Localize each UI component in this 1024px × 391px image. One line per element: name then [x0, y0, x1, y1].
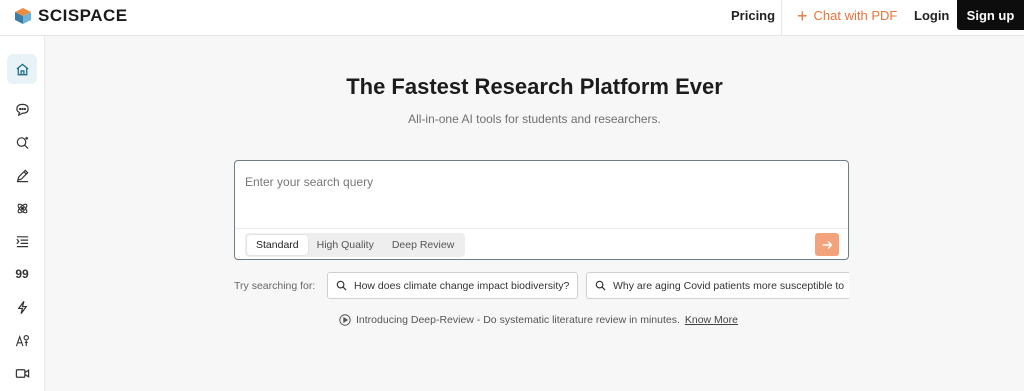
search-box: Standard High Quality Deep Review	[234, 160, 849, 260]
sidebar-item-write[interactable]	[7, 160, 37, 190]
search-divider	[235, 228, 848, 229]
scispace-logo-icon	[15, 8, 31, 24]
login-link[interactable]: Login	[914, 8, 949, 23]
sidebar: 99	[0, 36, 45, 391]
search-mode-selector: Standard High Quality Deep Review	[245, 233, 466, 257]
search-sparkle-icon	[16, 136, 29, 149]
quote-icon: 99	[15, 267, 29, 281]
search-icon	[336, 280, 347, 291]
sidebar-item-extract[interactable]	[7, 193, 37, 223]
video-icon	[15, 368, 29, 378]
sidebar-item-ai-detector[interactable]	[7, 325, 37, 355]
atom-icon	[17, 203, 27, 213]
sidebar-item-search[interactable]	[7, 127, 37, 157]
lightning-icon	[17, 300, 27, 314]
signup-button[interactable]: Sign up	[957, 0, 1024, 30]
arrow-right-icon	[822, 240, 833, 249]
pricing-link[interactable]: Pricing	[731, 8, 775, 23]
search-submit-button[interactable]	[815, 233, 839, 256]
top-header: SCISPACE Pricing + Chat with PDF Login S…	[0, 0, 1024, 36]
chat-with-pdf-link[interactable]: + Chat with PDF	[797, 5, 898, 26]
scispace-logo[interactable]: SCISPACE	[14, 4, 128, 28]
sidebar-item-outline[interactable]	[7, 226, 37, 256]
suggestion-chip[interactable]: Why are aging Covid patients more suscep…	[586, 272, 849, 299]
play-circle-icon	[339, 314, 351, 326]
deep-review-announcement: Introducing Deep-Review - Do systematic …	[339, 314, 738, 326]
home-icon	[15, 62, 29, 75]
sidebar-item-citation[interactable]: 99	[7, 259, 37, 289]
mode-high-quality-button[interactable]: High Quality	[308, 235, 383, 255]
suggestion-chip[interactable]: How does climate change impact biodivers…	[327, 272, 579, 299]
mode-deep-review-button[interactable]: Deep Review	[383, 235, 463, 255]
chat-bubble-icon	[15, 103, 29, 116]
pen-icon	[16, 168, 29, 182]
page-title: The Fastest Research Platform Ever	[346, 74, 723, 99]
suggestion-text: How does climate change impact biodivers…	[354, 279, 570, 292]
header-divider	[781, 0, 782, 35]
brand-name: SCISPACE	[38, 6, 128, 25]
sidebar-item-video[interactable]	[7, 358, 37, 388]
search-input[interactable]	[243, 169, 842, 195]
search-icon	[595, 280, 606, 291]
sidebar-item-chat[interactable]	[7, 94, 37, 124]
suggestion-list: How does climate change impact biodivers…	[327, 272, 849, 299]
ai-detect-icon	[15, 334, 29, 346]
plus-icon: +	[797, 5, 808, 26]
suggestion-text: Why are aging Covid patients more suscep…	[613, 279, 845, 292]
page-subtitle: All-in-one AI tools for students and res…	[408, 112, 661, 126]
sidebar-item-paraphrase[interactable]	[7, 292, 37, 322]
mode-standard-button[interactable]: Standard	[247, 235, 308, 255]
know-more-link[interactable]: Know More	[685, 314, 738, 326]
list-icon	[15, 235, 28, 247]
chat-with-pdf-label: Chat with PDF	[813, 8, 898, 23]
sidebar-item-home[interactable]	[7, 54, 37, 84]
announcement-text: Introducing Deep-Review - Do systematic …	[356, 314, 680, 326]
try-searching-label: Try searching for:	[234, 280, 316, 292]
